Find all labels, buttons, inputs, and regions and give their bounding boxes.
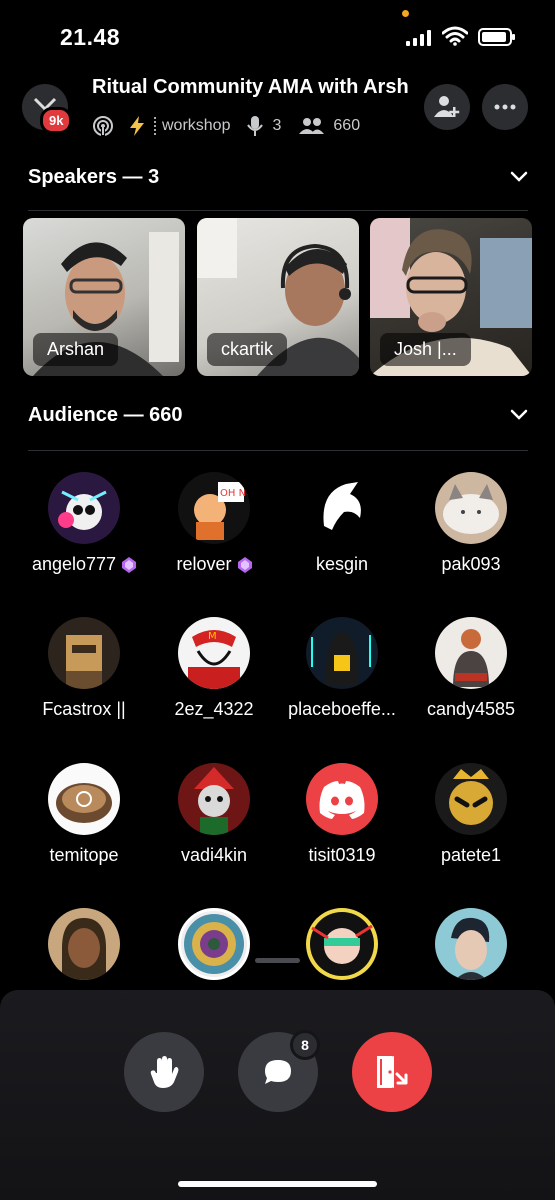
avatar <box>435 472 507 544</box>
leave-stage-button[interactable] <box>352 1032 432 1112</box>
microphone-icon <box>247 116 264 136</box>
privacy-indicator-dot <box>402 10 409 17</box>
avatar <box>48 908 120 980</box>
clock: 21.48 <box>60 24 121 50</box>
avatar <box>48 472 120 544</box>
audience-member[interactable]: OH NO! relover <box>149 472 279 575</box>
avatar <box>435 908 507 980</box>
avatar: OH NO! <box>178 472 250 544</box>
audience-member[interactable]: Fcastrox || <box>19 617 149 720</box>
audience-member[interactable]: kesgin <box>277 472 407 575</box>
raise-hand-button[interactable] <box>124 1032 204 1112</box>
audience-member[interactable]: vadi4kin <box>149 763 279 866</box>
listener-count: 660 <box>333 117 361 134</box>
lightning-icon <box>130 116 144 136</box>
audience-member[interactable] <box>406 908 536 980</box>
leave-door-icon <box>377 1056 408 1088</box>
speakers-section-header[interactable]: Speakers — 3 <box>28 162 528 192</box>
member-name: kesgin <box>315 554 369 574</box>
chat-bubble-icon <box>265 1060 291 1084</box>
audience-member[interactable]: pak093 <box>406 472 536 575</box>
audience-member[interactable] <box>149 908 279 980</box>
stage-title: Ritual Community AMA with Arsh <box>92 76 409 98</box>
member-name: vadi4kin <box>180 845 248 865</box>
status-bar: 21.48 <box>0 0 555 70</box>
avatar <box>306 908 378 980</box>
member-name: temitope <box>49 845 119 865</box>
audience-divider <box>28 450 528 451</box>
member-name: patete1 <box>440 845 502 865</box>
avatar <box>48 763 120 835</box>
nitro-boost-icon <box>122 556 137 573</box>
audience-heading: Audience — 660 <box>28 403 183 426</box>
avatar <box>178 908 250 980</box>
avatar: M <box>178 617 250 689</box>
speakers-heading: Speakers — 3 <box>28 165 160 188</box>
avatar <box>178 763 250 835</box>
speaker-tile[interactable]: Josh |... <box>370 218 532 376</box>
raise-hand-icon <box>150 1056 179 1088</box>
avatar <box>435 617 507 689</box>
wifi-icon <box>442 26 468 46</box>
stage-broadcast-icon <box>93 116 113 136</box>
member-name: candy4585 <box>426 699 516 719</box>
audience-member[interactable]: M 2ez_4322 <box>149 617 279 720</box>
member-name: relover <box>176 554 232 574</box>
add-user-icon <box>434 96 460 117</box>
cellular-signal-icon <box>406 30 431 46</box>
member-name: angelo777 <box>31 554 117 574</box>
stage-header: Ritual Community AMA with Arsh workshop … <box>0 70 555 150</box>
chat-unread-badge: 8 <box>290 1030 320 1060</box>
avatar <box>306 617 378 689</box>
invite-button[interactable] <box>424 84 470 130</box>
channel-category: workshop <box>162 117 231 134</box>
battery-icon <box>478 28 515 46</box>
speaker-name: Arshan <box>33 333 119 366</box>
audience-member[interactable]: placeboeffe... <box>277 617 407 720</box>
audience-member[interactable]: tisit0319 <box>277 763 407 866</box>
nitro-boost-icon <box>237 556 252 573</box>
avatar <box>48 617 120 689</box>
audience-member[interactable]: angelo777 <box>19 472 149 575</box>
audience-scroll-handle[interactable] <box>255 958 300 963</box>
chevron-down-icon <box>510 409 528 420</box>
svg-text:M: M <box>208 631 217 642</box>
more-icon <box>494 104 516 110</box>
member-name: tisit0319 <box>308 845 376 865</box>
avatar <box>435 763 507 835</box>
audience-section-header[interactable]: Audience — 660 <box>28 400 528 430</box>
audience-member[interactable]: candy4585 <box>406 617 536 720</box>
speaker-name: ckartik <box>207 333 288 366</box>
chevron-down-icon <box>510 171 528 182</box>
member-name: placeboeffe... <box>288 699 396 719</box>
speakers-divider <box>28 210 528 211</box>
audience-member[interactable] <box>277 908 407 980</box>
speaker-tile[interactable]: Arshan <box>23 218 185 376</box>
speaker-count: 3 <box>272 117 282 134</box>
server-mention-badge: 9k <box>40 107 73 134</box>
svg-text:OH NO!: OH NO! <box>220 488 250 499</box>
audience-member[interactable]: temitope <box>19 763 149 866</box>
stage-meta-row: workshop 3 660 <box>92 114 360 138</box>
avatar <box>306 472 378 544</box>
audience-member[interactable] <box>19 908 149 980</box>
member-name: pak093 <box>441 554 501 574</box>
speaker-name: Josh |... <box>380 333 471 366</box>
listeners-icon <box>299 118 325 134</box>
member-name: Fcastrox || <box>42 699 126 719</box>
audience-member[interactable]: patete1 <box>406 763 536 866</box>
speaker-tile[interactable]: ckartik <box>197 218 359 376</box>
member-name: 2ez_4322 <box>174 699 254 719</box>
home-indicator[interactable] <box>178 1181 377 1187</box>
avatar <box>306 763 378 835</box>
more-options-button[interactable] <box>482 84 528 130</box>
discord-logo-icon <box>319 781 365 819</box>
